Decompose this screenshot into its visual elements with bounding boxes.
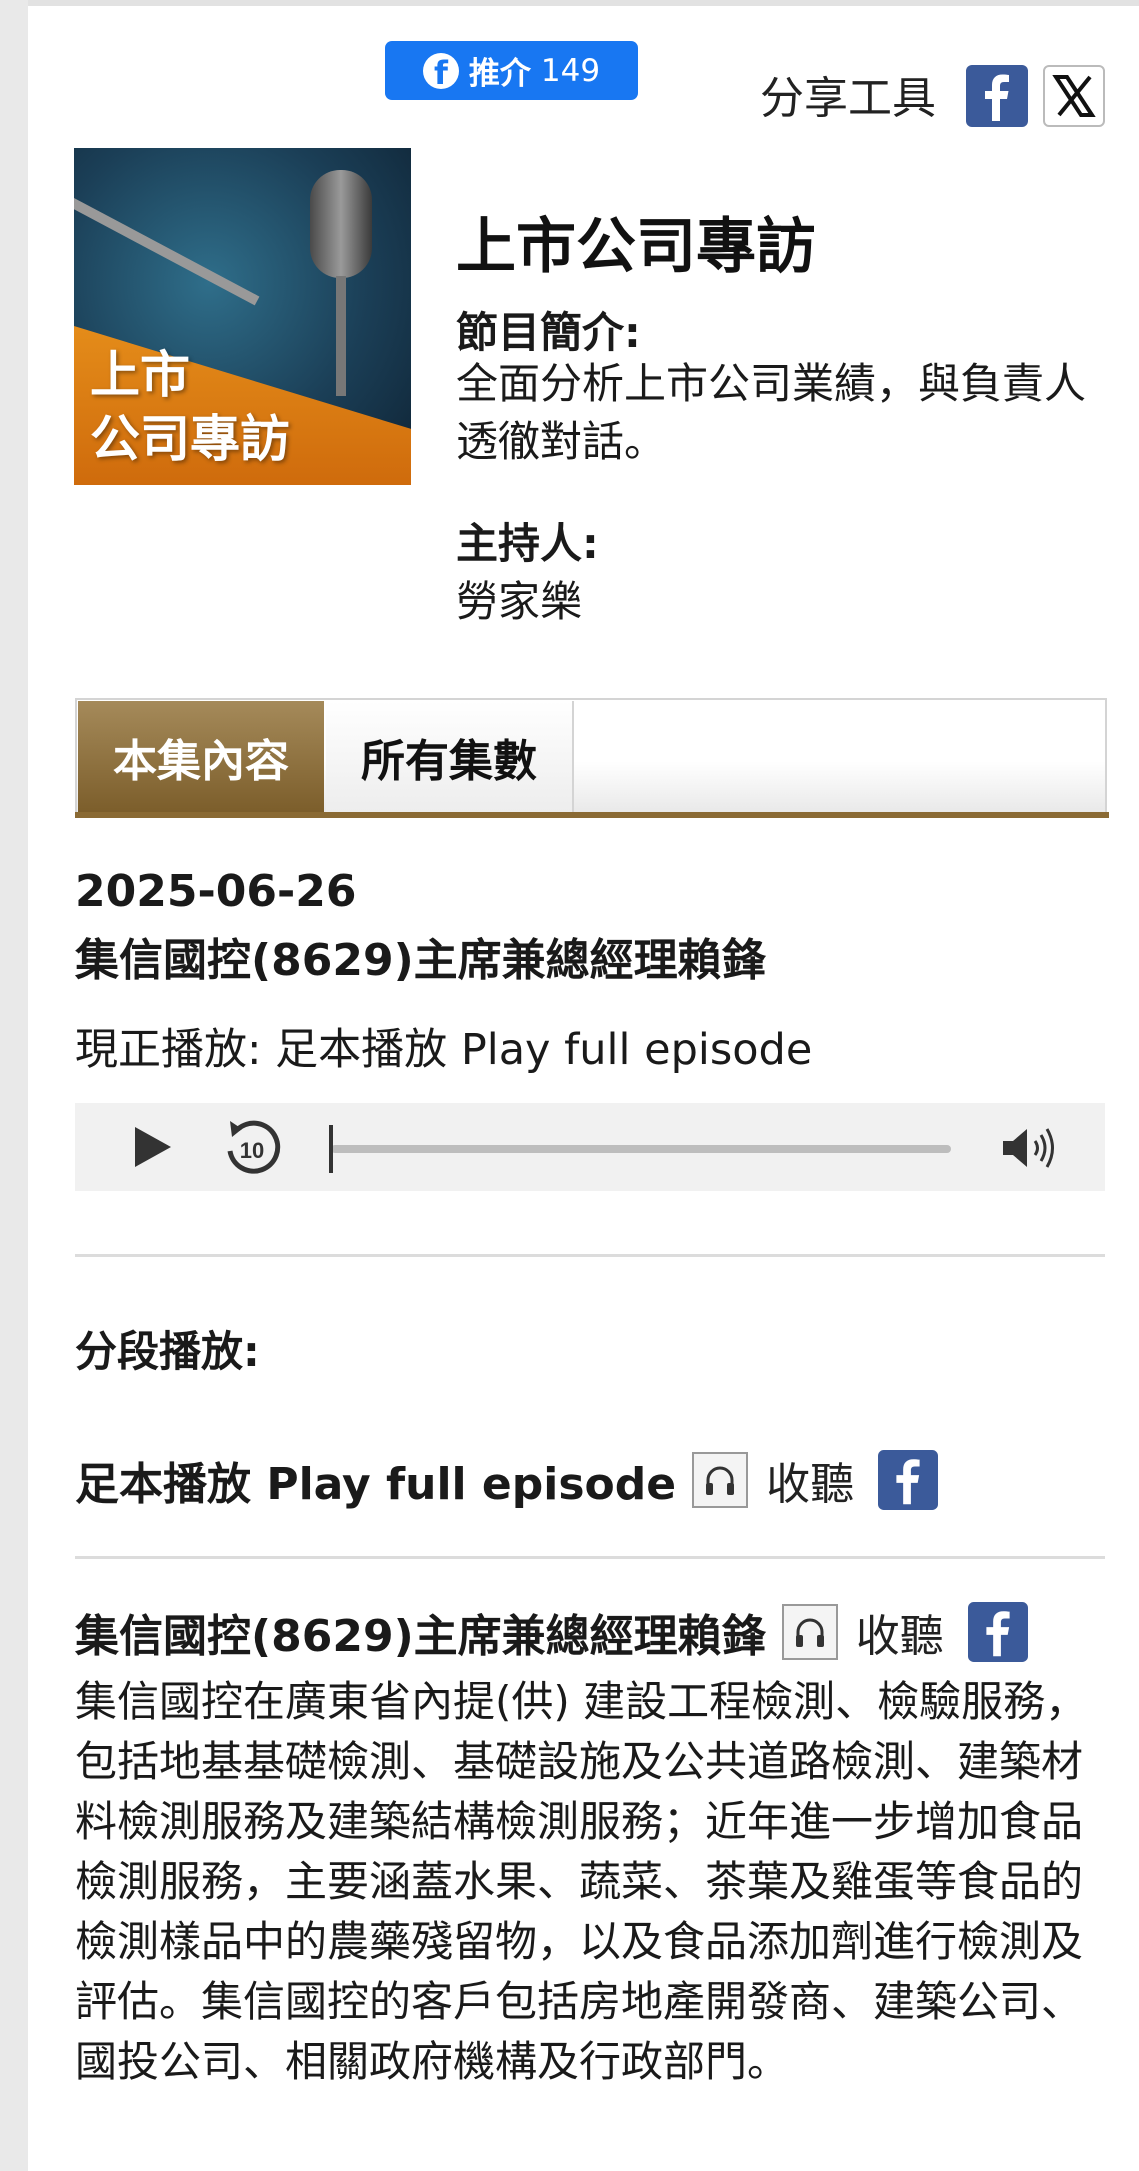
headphone-icon[interactable] (692, 1452, 749, 1508)
progress-track[interactable] (331, 1145, 951, 1153)
cover-mic-stand (336, 276, 346, 396)
facebook-share-icon[interactable] (878, 1450, 939, 1510)
now-playing-text: 現正播放: 足本播放 Play full episode (75, 1025, 813, 1075)
facebook-icon: f (422, 52, 459, 89)
segment-row-full: 足本播放 Play full episode 收聽 (75, 1448, 939, 1512)
replay-10-icon[interactable]: 10 (220, 1115, 284, 1179)
facebook-share-icon[interactable] (967, 1602, 1028, 1662)
tab-underline (75, 812, 1109, 818)
audio-player: 10 (75, 1103, 1105, 1191)
microphone-icon (310, 170, 372, 278)
listen-label[interactable]: 收聽 (856, 1600, 944, 1664)
cover-mic-arm (74, 188, 260, 306)
progress-thumb[interactable] (329, 1125, 333, 1173)
segment-title[interactable]: 足本播放 Play full episode (75, 1448, 676, 1512)
top-border (28, 0, 1139, 6)
program-cover-image: 上市 公司專訪 (74, 148, 411, 485)
play-icon[interactable] (127, 1123, 175, 1171)
facebook-like-button[interactable]: f 推介 149 (385, 41, 638, 100)
episode-date: 2025-06-26 (75, 866, 357, 917)
program-title: 上市公司專訪 (456, 212, 816, 282)
program-description-label: 節目簡介: (456, 308, 641, 357)
segment-row-interview: 集信國控(8629)主席兼總經理賴鋒 收聽 (75, 1600, 1028, 1664)
left-page-margin (0, 0, 28, 2171)
segments-label: 分段播放: (75, 1327, 260, 1376)
x-share-icon[interactable] (1043, 65, 1105, 127)
listen-label[interactable]: 收聽 (766, 1448, 854, 1512)
section-divider (75, 1254, 1105, 1257)
headphone-icon[interactable] (781, 1604, 838, 1660)
volume-icon[interactable] (999, 1123, 1059, 1173)
segment-divider (75, 1556, 1105, 1559)
program-description: 全面分析上市公司業績，與負責人透徹對話。 (456, 359, 1087, 466)
facebook-share-icon[interactable] (966, 65, 1028, 127)
replay-seconds: 10 (240, 1138, 264, 1163)
tab-episode-content[interactable]: 本集內容 (78, 701, 324, 812)
tab-all-episodes[interactable]: 所有集數 (326, 701, 574, 812)
host-label: 主持人: (456, 519, 599, 568)
share-tools-label: 分享工具 (760, 73, 936, 124)
segment-description: 集信國控在廣東省內提(供) 建設工程檢測、檢驗服務，包括地基基礎檢測、基礎設施及… (75, 1677, 1088, 2086)
segment-title[interactable]: 集信國控(8629)主席兼總經理賴鋒 (75, 1600, 766, 1664)
episode-title: 集信國控(8629)主席兼總經理賴鋒 (75, 935, 766, 986)
host-name: 勞家樂 (456, 577, 583, 626)
like-count: 149 (540, 52, 601, 89)
like-label: 推介 (468, 56, 531, 92)
cover-title: 上市 公司專訪 (90, 346, 290, 468)
